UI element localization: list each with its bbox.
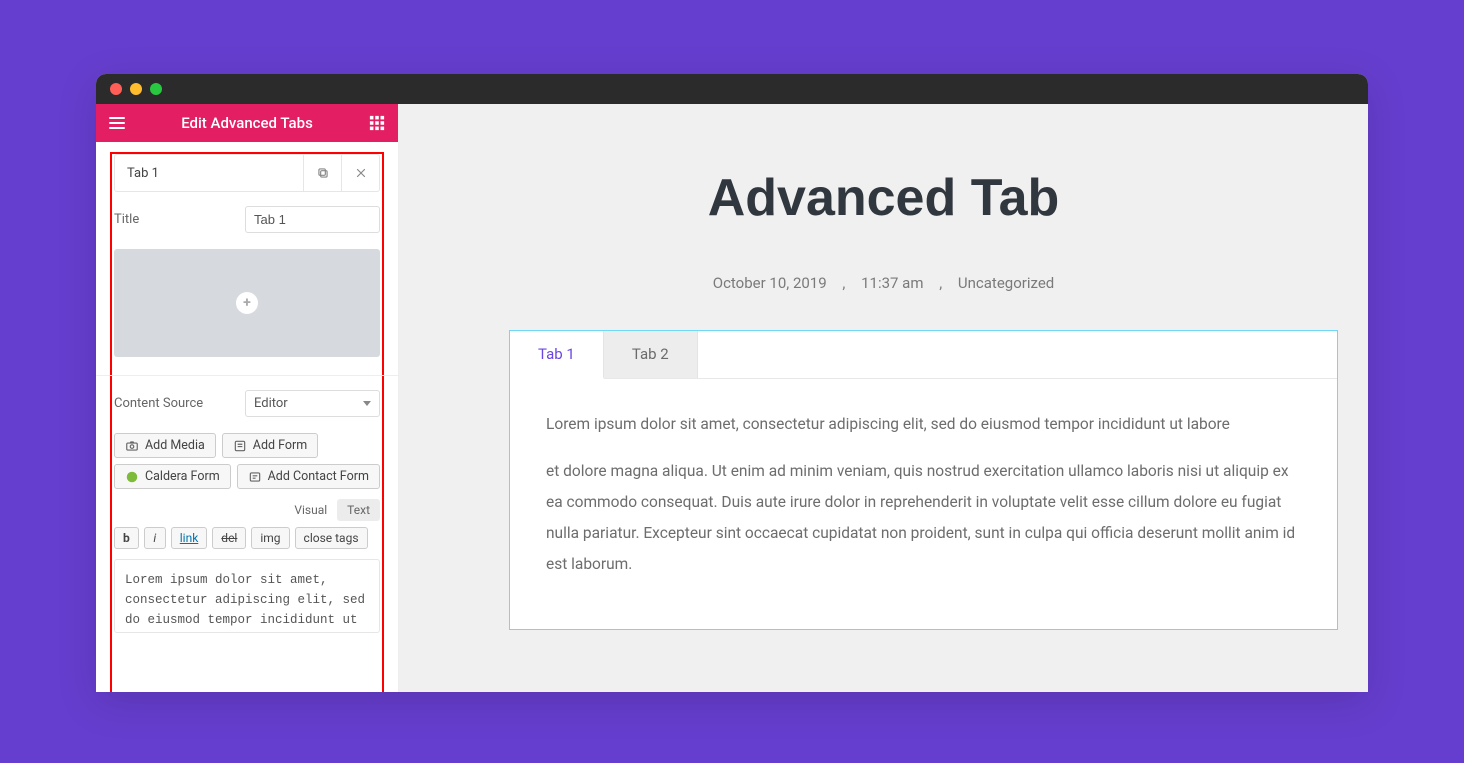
contact-icon (248, 470, 262, 484)
media-upload-box[interactable]: + (114, 249, 380, 357)
title-label: Title (114, 212, 139, 227)
chevron-down-icon (363, 401, 371, 406)
window-maximize-dot[interactable] (150, 83, 162, 95)
add-contact-form-label: Add Contact Form (268, 469, 369, 484)
content-paragraph: Lorem ipsum dolor sit amet, consectetur … (546, 409, 1301, 440)
app-window: Edit Advanced Tabs Tab 1 (96, 74, 1368, 692)
preview-area: Advanced Tab October 10, 2019 , 11:37 am… (399, 104, 1368, 692)
add-media-button[interactable]: Add Media (114, 433, 216, 458)
meta-sep: , (939, 274, 942, 292)
del-button[interactable]: del (212, 527, 246, 549)
format-toolbar: b i link del img close tags (114, 527, 380, 549)
title-input[interactable] (245, 206, 380, 233)
img-button[interactable]: img (251, 527, 289, 549)
caldera-form-button[interactable]: Caldera Form (114, 464, 231, 489)
tab-item-header[interactable]: Tab 1 (114, 154, 380, 192)
content-source-row: Content Source Editor (114, 390, 380, 417)
caldera-form-label: Caldera Form (145, 469, 220, 484)
plus-icon: + (236, 292, 258, 314)
advanced-tabs-widget: Tab 1 Tab 2 Lorem ipsum dolor sit amet, … (509, 330, 1338, 630)
preview-tab-2[interactable]: Tab 2 (604, 331, 698, 378)
window-close-dot[interactable] (110, 83, 122, 95)
post-date: October 10, 2019 (713, 274, 827, 292)
content-source-value: Editor (254, 396, 288, 411)
sidebar-header: Edit Advanced Tabs (96, 104, 398, 142)
page-title: Advanced Tab (399, 168, 1368, 228)
editor-sidebar: Edit Advanced Tabs Tab 1 (96, 104, 399, 692)
editor-mode-tabs: Visual Text (114, 499, 380, 521)
title-field-row: Title (114, 206, 380, 233)
content-textarea[interactable]: Lorem ipsum dolor sit amet, consectetur … (114, 559, 380, 633)
post-category: Uncategorized (958, 274, 1054, 292)
text-tab[interactable]: Text (337, 499, 380, 521)
close-icon[interactable] (341, 155, 379, 191)
tab-content: Lorem ipsum dolor sit amet, consectetur … (510, 379, 1337, 626)
menu-icon[interactable] (108, 114, 126, 132)
form-icon (233, 439, 247, 453)
titlebar (96, 74, 1368, 104)
add-form-button[interactable]: Add Form (222, 433, 318, 458)
visual-tab[interactable]: Visual (284, 499, 337, 521)
window-minimize-dot[interactable] (130, 83, 142, 95)
link-button[interactable]: link (171, 527, 208, 549)
camera-icon (125, 439, 139, 453)
italic-button[interactable]: i (144, 527, 166, 549)
divider (96, 375, 398, 376)
bold-button[interactable]: b (114, 527, 139, 549)
add-form-label: Add Form (253, 438, 307, 453)
widgets-grid-icon[interactable] (368, 114, 386, 132)
content-paragraph: et dolore magna aliqua. Ut enim ad minim… (546, 456, 1301, 580)
close-tags-button[interactable]: close tags (295, 527, 368, 549)
content-source-select[interactable]: Editor (245, 390, 380, 417)
preview-tab-1[interactable]: Tab 1 (510, 331, 604, 379)
duplicate-icon[interactable] (303, 155, 341, 191)
tab-item-title: Tab 1 (115, 166, 303, 181)
add-contact-form-button[interactable]: Add Contact Form (237, 464, 380, 489)
content-source-label: Content Source (114, 396, 203, 411)
meta-sep: , (842, 274, 845, 292)
sidebar-title: Edit Advanced Tabs (126, 114, 368, 132)
post-time: 11:37 am (861, 274, 923, 292)
tabs-header: Tab 1 Tab 2 (510, 331, 1337, 379)
caldera-icon (125, 470, 139, 484)
add-media-label: Add Media (145, 438, 205, 453)
post-meta: October 10, 2019 , 11:37 am , Uncategori… (399, 274, 1368, 292)
